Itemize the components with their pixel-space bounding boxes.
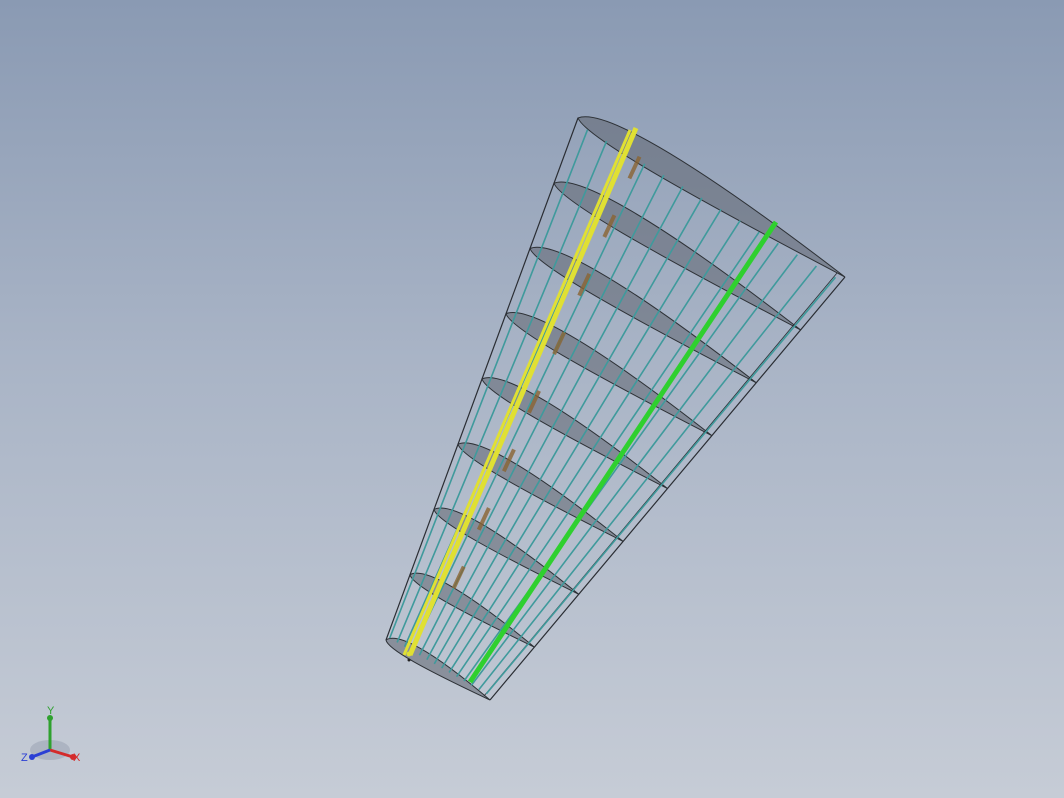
z-axis-label: Z	[21, 752, 28, 764]
front-spar-flange	[402, 129, 632, 656]
spar-brace	[451, 565, 466, 590]
ribs	[385, 116, 846, 701]
wing-rib	[553, 181, 801, 331]
graphics-viewport[interactable]: Y X Z	[0, 0, 1064, 798]
wing-model[interactable]	[0, 0, 1064, 798]
root-hole-icon	[407, 658, 411, 662]
stringer	[396, 140, 608, 643]
wing-rib	[385, 637, 491, 701]
view-triad[interactable]: Y X Z	[18, 702, 88, 770]
stringer	[411, 163, 646, 652]
z-axis-tip-icon	[29, 754, 35, 760]
root-bolt-icon	[406, 651, 412, 657]
x-axis-label: X	[73, 752, 81, 764]
wing-rib	[529, 246, 757, 384]
front-spar	[407, 127, 639, 656]
y-axis-label: Y	[47, 705, 55, 717]
wing-rib	[577, 116, 846, 278]
